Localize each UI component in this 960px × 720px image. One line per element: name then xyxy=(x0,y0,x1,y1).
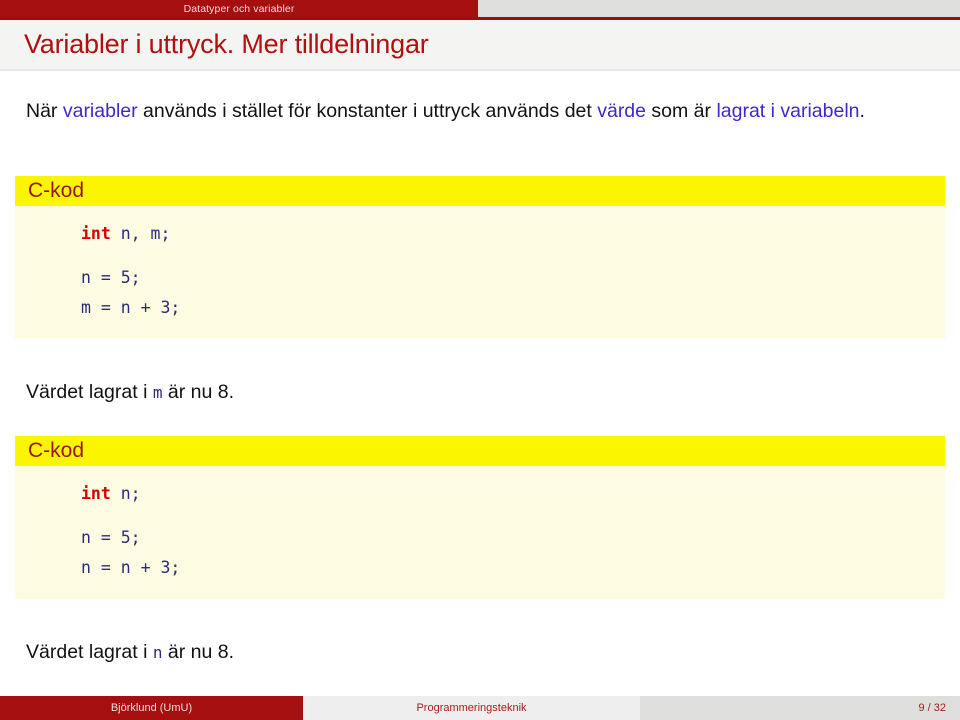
code-block-2-title: C-kod xyxy=(15,436,945,466)
paragraph-text-4: . xyxy=(859,100,865,122)
footer-author-label: Björklund (UmU) xyxy=(110,702,193,714)
paragraph-highlight-3: lagrat i variabeln xyxy=(716,100,860,122)
code-line: int n; xyxy=(15,479,945,509)
code-block-1-body: int n, m; n = 5; m = n + 3; xyxy=(15,206,945,339)
code-keyword: int xyxy=(81,484,111,503)
footer-author[interactable]: Björklund (UmU) xyxy=(0,696,303,720)
footer-bar: Björklund (UmU) Programmeringsteknik 9 /… xyxy=(0,696,960,720)
nav-section-current[interactable]: Datatyper och variabler xyxy=(0,0,478,17)
code-block-2: C-kod int n; n = 5; n = n + 3; xyxy=(15,436,945,599)
code-text: n = 5; xyxy=(81,528,141,547)
result-note-2: Värdet lagrat i n är nu 8. xyxy=(26,641,234,664)
paragraph-highlight-1: variabler xyxy=(62,100,138,122)
code-line: int n, m; xyxy=(15,219,945,249)
slide-body: När variabler används i stället för kons… xyxy=(0,71,960,696)
navigation-bar: Datatyper och variabler xyxy=(0,0,960,17)
code-text: n = n + 3; xyxy=(81,558,181,577)
page-title: Variabler i uttryck. Mer tilldelningar xyxy=(24,29,429,59)
note-text-pre: Värdet lagrat i xyxy=(26,641,153,663)
nav-empty-region xyxy=(478,0,960,17)
footer-page-label: 9 / 32 xyxy=(918,702,946,714)
paragraph-text-1: När xyxy=(26,100,63,122)
code-text: n, m; xyxy=(110,224,171,243)
code-text: m = n + 3; xyxy=(81,298,181,317)
paragraph-highlight-2: värde xyxy=(597,100,646,122)
code-text: n = 5; xyxy=(81,268,141,287)
intro-paragraph: När variabler används i stället för kons… xyxy=(26,96,938,127)
code-line: n = n + 3; xyxy=(15,553,945,583)
code-block-2-body: int n; n = 5; n = n + 3; xyxy=(15,466,945,599)
nav-section-label: Datatyper och variabler xyxy=(183,2,295,15)
code-text: n; xyxy=(110,484,141,503)
footer-course[interactable]: Programmeringsteknik xyxy=(303,696,640,720)
note-text-post: är nu 8. xyxy=(162,381,235,403)
note-text-pre: Värdet lagrat i xyxy=(26,381,153,403)
code-line: n = 5; xyxy=(15,523,945,553)
code-keyword: int xyxy=(81,224,111,243)
code-line: m = n + 3; xyxy=(15,293,945,323)
code-line: n = 5; xyxy=(15,263,945,293)
result-note-1: Värdet lagrat i m är nu 8. xyxy=(26,381,234,404)
footer-course-label: Programmeringsteknik xyxy=(416,702,527,714)
paragraph-text-2: används i stället för konstanter i uttry… xyxy=(137,100,598,122)
footer-page-number[interactable]: 9 / 32 xyxy=(640,696,960,720)
code-block-1-title: C-kod xyxy=(15,176,945,206)
code-block-1: C-kod int n, m; n = 5; m = n + 3; xyxy=(15,176,945,339)
note-text-post: är nu 8. xyxy=(162,641,235,663)
paragraph-text-3: som är xyxy=(646,100,717,122)
